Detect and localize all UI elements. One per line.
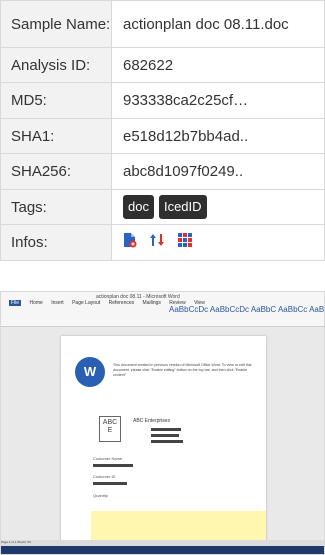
redacted-bar: [151, 428, 181, 431]
tab-references: References: [108, 300, 135, 306]
style-gallery: AaBbCcDc AaBbCcDc AaBbC AaBbCc AaB AaBbC…: [169, 305, 325, 314]
company-name: ABC Enterprises: [133, 418, 170, 424]
sample-screenshot[interactable]: actionplan doc 08.11 - Microsoft Word Fi…: [0, 291, 325, 555]
value-sha256: abc8d1097f0249..: [112, 154, 325, 190]
tag-icedid[interactable]: IcedID: [158, 195, 207, 219]
label-tags: Tags:: [0, 190, 112, 225]
label-sample-name: Sample Name:: [0, 0, 112, 48]
grid-colored-icon[interactable]: [177, 232, 193, 253]
tab-insert: Insert: [51, 300, 64, 306]
abc-logo-icon: ABC E: [99, 416, 121, 442]
row-sha1: SHA1: e518d12b7bb4ad..: [0, 119, 325, 154]
label-md5: MD5:: [0, 83, 112, 119]
value-sample-name: actionplan doc 08.11.doc: [112, 0, 325, 48]
quantity-label: Quantity: [93, 493, 108, 498]
row-analysis-id: Analysis ID: 682622: [0, 48, 325, 83]
lure-text: This document created in previous versio…: [113, 363, 252, 377]
value-sha1: e518d12b7bb4ad..: [112, 119, 325, 154]
row-tags: Tags: doc IcedID: [0, 190, 325, 225]
row-md5: MD5: 933338ca2c25cf…: [0, 83, 325, 119]
value-analysis-id: 682622: [112, 48, 325, 83]
redacted-bar: [151, 440, 183, 443]
row-infos: Infos:: [0, 225, 325, 261]
document-red-icon[interactable]: [123, 232, 137, 253]
arrows-up-down-icon[interactable]: [149, 232, 165, 253]
value-tags: doc IcedID: [112, 190, 325, 225]
word-logo-icon: W: [75, 357, 105, 387]
label-sha256: SHA256:: [0, 154, 112, 190]
row-sha256: SHA256: abc8d1097f0249..: [0, 154, 325, 190]
label-sha1: SHA1:: [0, 119, 112, 154]
customer-name-label: Customer Name: [93, 456, 123, 461]
row-sample-name: Sample Name: actionplan doc 08.11.doc: [0, 0, 325, 48]
redacted-bar: [93, 464, 133, 467]
tab-home: Home: [29, 300, 43, 306]
customer-id-label: Customer ID: [93, 474, 116, 479]
label-analysis-id: Analysis ID:: [0, 48, 112, 83]
value-infos: [112, 225, 325, 261]
tag-doc[interactable]: doc: [123, 195, 154, 219]
redacted-bar: [93, 482, 127, 485]
document-page: W This document created in previous vers…: [61, 336, 266, 546]
value-md5: 933338ca2c25cf…: [112, 83, 325, 119]
label-infos: Infos:: [0, 225, 112, 261]
word-ribbon: actionplan doc 08.11 - Microsoft Word Fi…: [1, 292, 324, 327]
tab-page-layout: Page Layout: [72, 300, 101, 306]
tab-mailings: Mailings: [142, 300, 161, 306]
windows-taskbar: [1, 546, 324, 554]
redacted-bar: [151, 434, 179, 437]
tab-file: File: [9, 300, 22, 306]
